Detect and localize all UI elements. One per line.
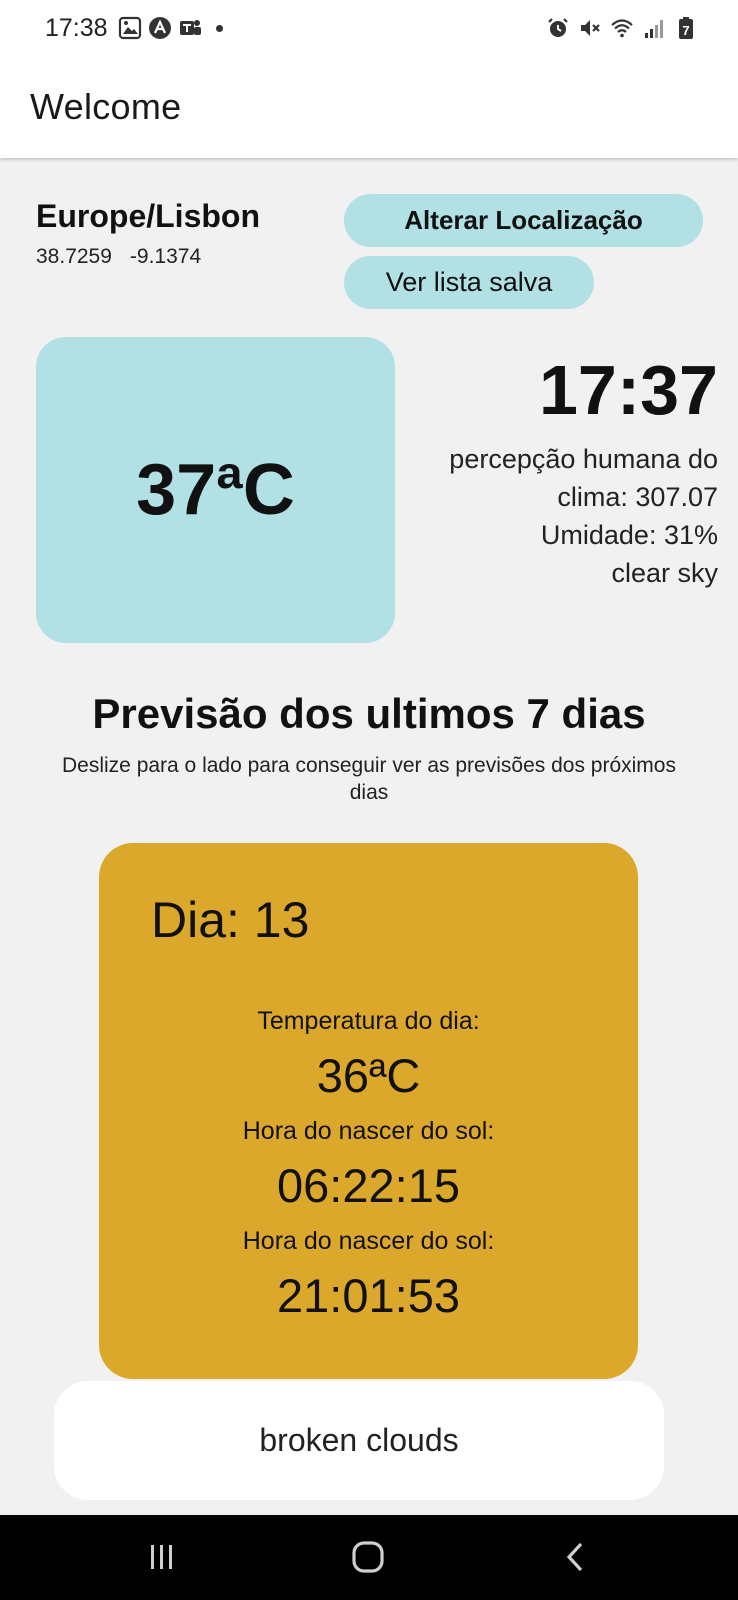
recent-apps-icon[interactable] [142, 1537, 182, 1577]
temperature-label: Temperatura do dia: [257, 1007, 480, 1035]
teams-icon [180, 20, 201, 35]
gallery-notification-icon [118, 16, 142, 40]
navigation-bar [0, 1515, 738, 1600]
page-title: Welcome [30, 86, 182, 127]
current-temperature: 37ªC [136, 450, 295, 530]
app-a-icon [149, 17, 171, 39]
humidity: Umidade: 31% [540, 520, 718, 550]
current-info: percepção humana do clima: 307.07 Umidad… [398, 440, 718, 592]
saved-list-button[interactable]: Ver lista salva [344, 256, 594, 309]
feels-like: percepção humana do clima: 307.07 [449, 444, 718, 512]
sunrise-value: 06:22:15 [277, 1159, 460, 1212]
current-temperature-card: 37ªC [36, 337, 395, 643]
status-icons-left [118, 16, 223, 40]
longitude: -9.1374 [129, 245, 202, 268]
status-bar: 17:38 7 [0, 0, 738, 58]
wifi-icon [611, 19, 633, 38]
forecast-day-card[interactable]: Dia: 13 Temperatura do dia: 36ªC Hora do… [99, 843, 638, 1379]
sunset-value: 21:01:53 [277, 1269, 460, 1322]
weather-description: clear sky [611, 558, 718, 588]
status-icons-right: 7 [546, 16, 698, 40]
forecast-description: broken clouds [54, 1381, 664, 1500]
forecast-details: Temperatura do dia: 36ªC Hora do nascer … [99, 1003, 638, 1333]
back-icon[interactable] [556, 1537, 596, 1577]
mute-icon [581, 20, 600, 36]
location-coordinates: 38.7259 -9.1374 [36, 245, 201, 269]
forecast-title: Previsão dos ultimos 7 dias [92, 690, 646, 737]
sunset-label: Hora do nascer do sol: [242, 1227, 495, 1255]
dot-icon [216, 24, 223, 32]
app-bar: Welcome [0, 58, 738, 158]
latitude: 38.7259 [36, 245, 112, 268]
change-location-button[interactable]: Alterar Localização [344, 194, 703, 247]
alarm-icon [548, 18, 568, 37]
sunrise-label: Hora do nascer do sol: [242, 1117, 495, 1145]
location-name: Europe/Lisbon [36, 198, 260, 234]
battery-level: 7 [682, 23, 689, 38]
forecast-day: Dia: 13 [151, 892, 310, 948]
battery-icon: 7 [679, 17, 693, 39]
temperature-value: 36ªC [316, 1049, 421, 1102]
signal-icon [645, 20, 663, 38]
current-time: 17:37 [538, 351, 718, 429]
forecast-subtitle: Deslize para o lado para conseguir ver a… [62, 754, 676, 804]
status-time: 17:38 [45, 14, 108, 42]
home-icon[interactable] [348, 1537, 388, 1577]
